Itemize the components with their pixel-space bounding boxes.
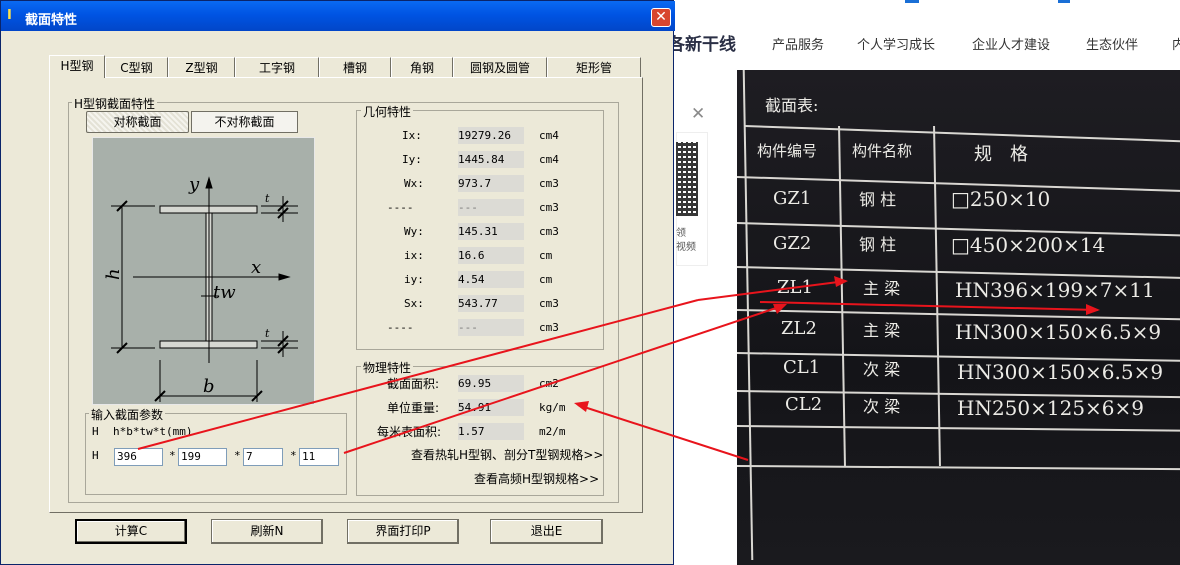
arrow-line: [759, 301, 1099, 311]
annotation-overlay: [137, 276, 1100, 461]
arrow-line: [577, 404, 749, 461]
arrowhead-icon: [773, 304, 787, 314]
arrow-line: [343, 304, 786, 454]
arrow-line: [137, 299, 699, 450]
arrowhead-icon: [1086, 304, 1100, 315]
arrowhead-icon: [834, 276, 848, 287]
arrow-line: [697, 280, 847, 301]
tab-h-steel[interactable]: H型钢: [49, 55, 105, 78]
arrowhead-icon: [574, 401, 589, 412]
